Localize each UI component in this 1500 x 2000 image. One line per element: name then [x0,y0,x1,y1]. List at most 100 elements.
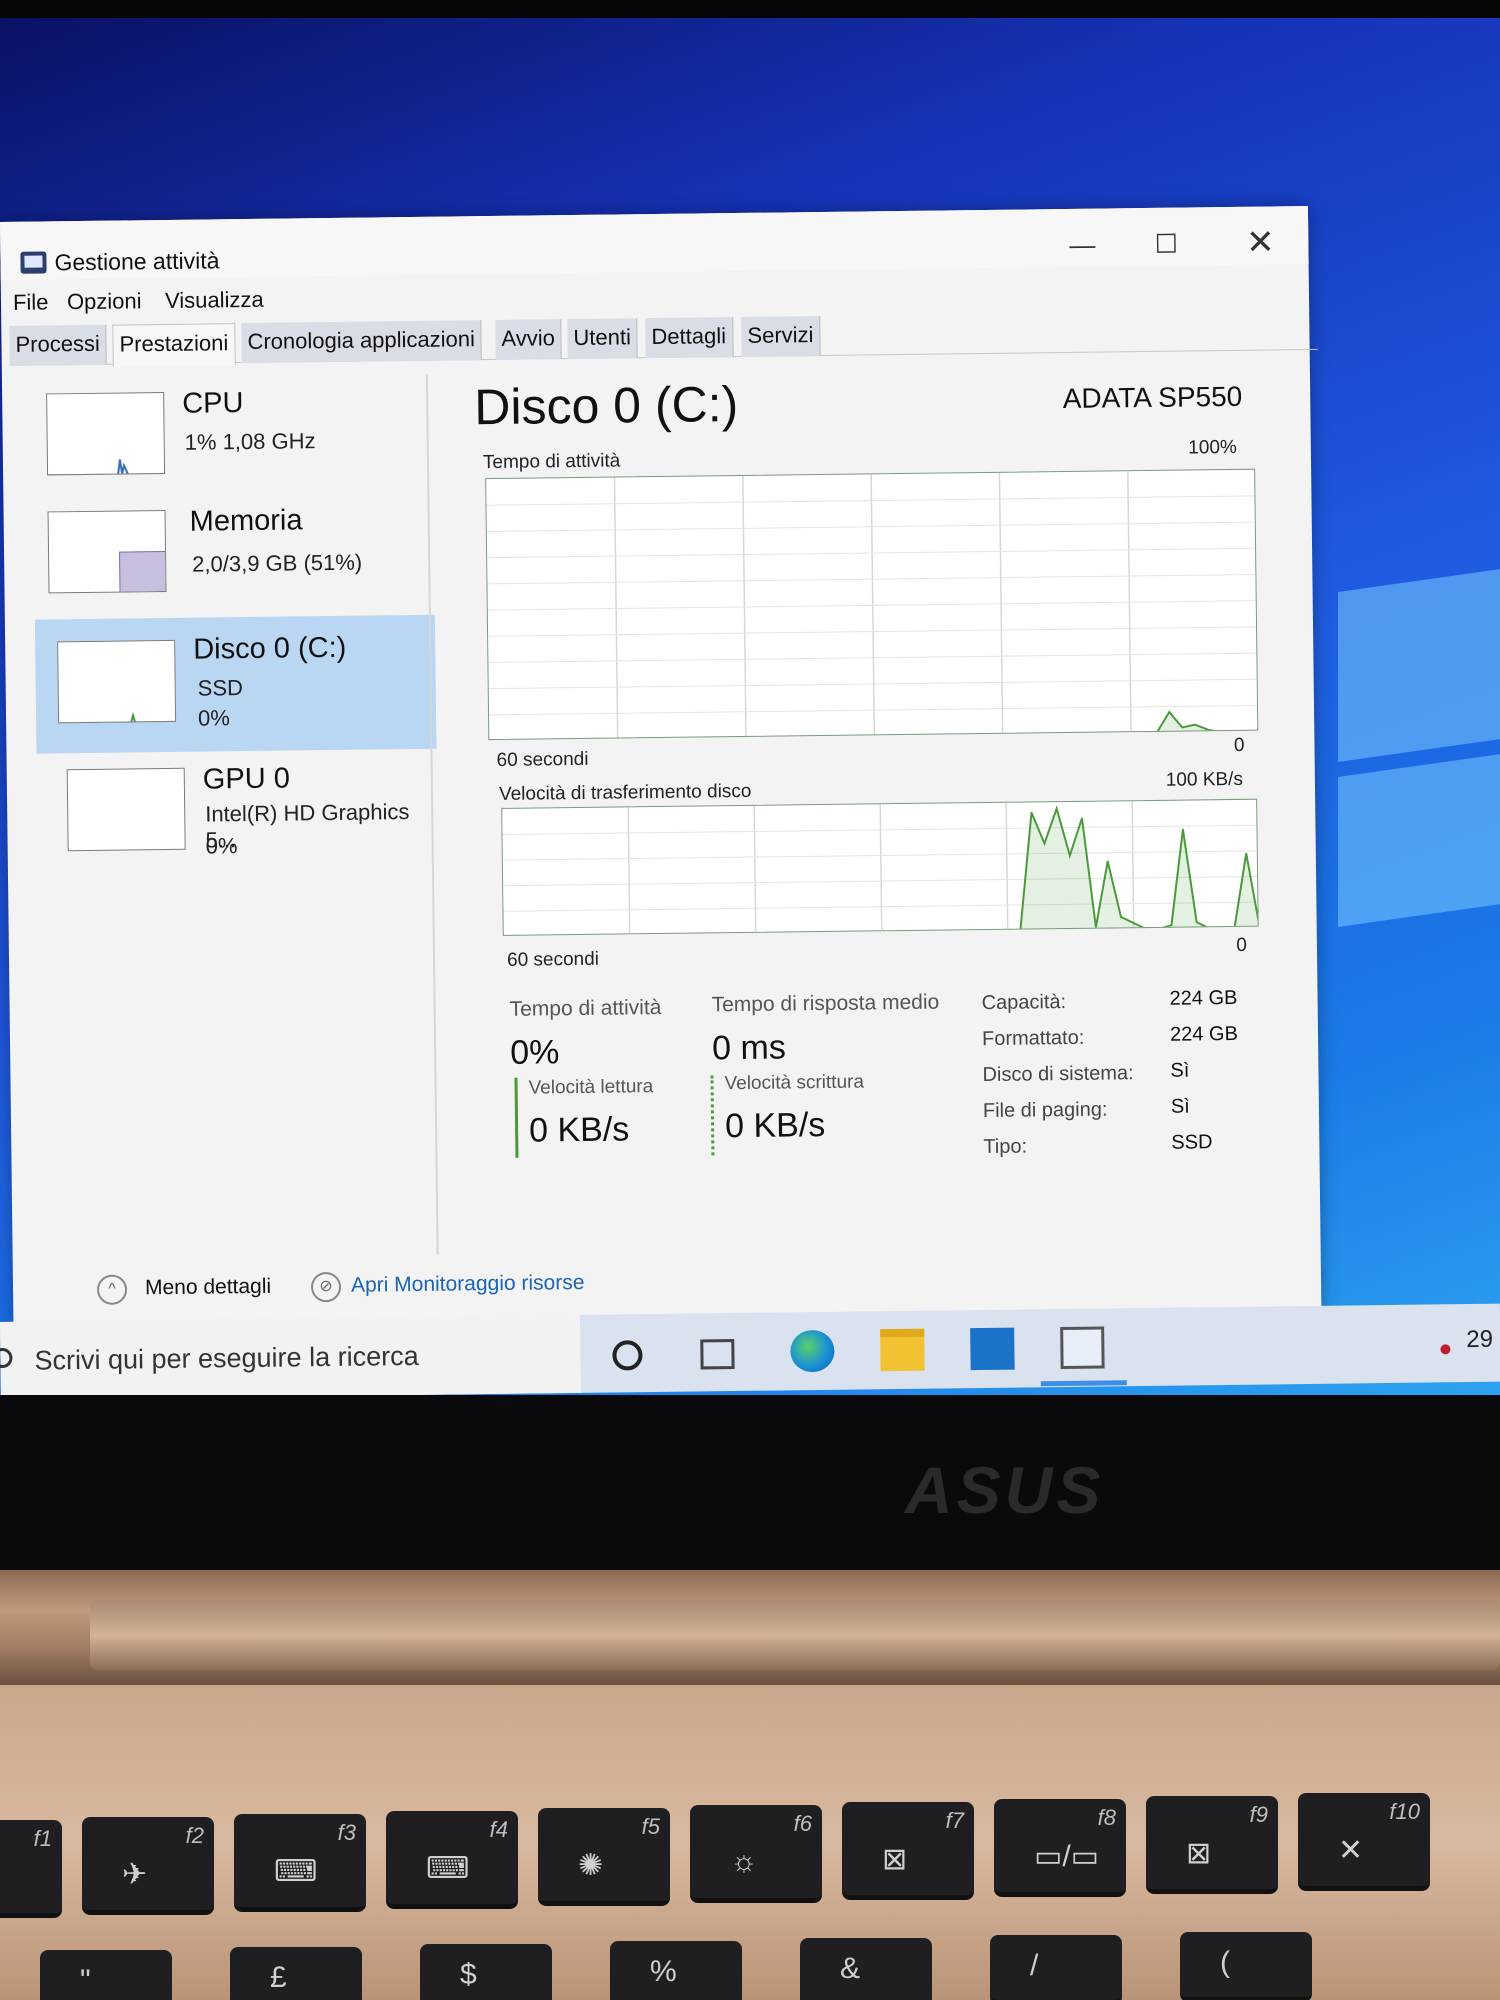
task-manager-taskbar-icon[interactable] [1060,1326,1105,1370]
key-f3: f3 ⌨ [234,1814,366,1912]
tab-startup[interactable]: Avvio [495,319,563,360]
taskbar-search[interactable]: Scrivi qui per eseguire la ricerca [0,1314,581,1400]
chevron-up-icon[interactable]: ^ [96,1274,128,1305]
key-number-row: ( [1180,1932,1312,2000]
menu-options[interactable]: Opzioni [67,288,142,315]
notification-dot-icon [1440,1344,1451,1355]
cpu-thumbnail-graph [46,392,166,476]
key-f4: f4 ⌨ [386,1811,518,1909]
resource-line1: 2,0/3,9 GB (51%) [192,549,363,577]
window-title: Gestione attività [54,247,220,276]
transfer-rate-chart-gridline-v [753,805,757,934]
tray-weather-text[interactable]: 29 [1466,1326,1493,1354]
key-function-icon: ⌨ [426,1852,470,1885]
key-function-icon: ⊠ [1186,1837,1212,1870]
task-manager-window: Gestione attività — ☐ ✕ File Opzioni Vis… [0,206,1322,1330]
info-system-disk-value: Sì [1170,1059,1190,1082]
key-f1: f1 [0,1820,62,1918]
key-symbol: £ [270,1961,287,1994]
info-paging-value: Sì [1170,1095,1190,1118]
memory-thumbnail-graph [47,509,167,594]
tab-performance[interactable]: Prestazioni [112,323,236,367]
key-symbol: ( [1220,1946,1230,1979]
key-symbol: & [840,1952,861,1985]
key-label: f4 [489,1817,508,1842]
tab-processes[interactable]: Processi [9,324,108,366]
chart1-max: 100% [1188,436,1237,459]
resource-name: Memoria [189,504,303,538]
key-function-icon: ⌨ [274,1855,318,1888]
resource-line1: Intel(R) HD Graphics 5... [205,799,410,853]
key-number-row: & [800,1938,932,2000]
key-number-row: / [990,1935,1122,2000]
less-details-link[interactable]: Meno dettagli [145,1275,271,1301]
resource-gpu[interactable]: GPU 0 Intel(R) HD Graphics 5... 0% [37,751,438,876]
write-speed-value: 0 KB/s [724,1105,826,1146]
close-button[interactable]: ✕ [1220,220,1301,265]
maximize-button[interactable]: ☐ [1126,221,1207,266]
key-f9: f9 ⊠ [1146,1796,1278,1894]
search-icon [0,1347,13,1369]
info-type-key: Tipo: [983,1135,1028,1159]
tab-details[interactable]: Dettagli [645,317,734,359]
key-label: f10 [1389,1799,1420,1824]
windows-logo-pane [1338,753,1500,927]
key-function-icon: ▭/▭ [1034,1840,1100,1873]
read-speed-label: Velocità lettura [528,1076,654,1099]
key-symbol: " [80,1964,91,1997]
resource-cpu[interactable]: CPU 1% 1,08 GHz [32,375,433,500]
key-function-icon: ✺ [578,1849,604,1882]
gpu-thumbnail-graph [66,767,186,852]
key-number-row: £ [230,1947,362,2000]
key-symbol: % [650,1955,677,1988]
transfer-rate-chart-gridline-v [627,807,631,936]
response-time-label: Tempo di risposta medio [711,990,940,1017]
tab-users[interactable]: Utenti [567,318,639,360]
resource-line1: 1% 1,08 GHz [184,428,316,455]
tab-services[interactable]: Servizi [741,315,821,357]
key-symbol: $ [460,1958,477,1991]
active-app-indicator [1040,1380,1127,1387]
write-legend-line [710,1075,715,1156]
key-number-row: " [40,1950,172,2000]
key-number-row: $ [420,1944,552,2000]
key-label: f8 [1097,1805,1116,1830]
chart1-xleft: 60 secondi [496,748,589,771]
active-time-label: Tempo di attività [509,995,662,1021]
task-view-icon[interactable] [700,1339,735,1370]
info-paging-key: File di paging: [982,1098,1108,1123]
resource-memory[interactable]: Memoria 2,0/3,9 GB (51%) [33,493,434,618]
menu-file[interactable]: File [13,289,49,315]
key-number-row: % [610,1941,742,2000]
disk-detail-panel: Disco 0 (C:) ADATA SP550 Tempo di attivi… [462,356,1293,1246]
key-label: f7 [945,1808,964,1833]
chart1-xright: 0 [1233,734,1245,756]
key-function-icon: ☼ [730,1845,758,1878]
top-bezel [0,0,1500,18]
info-system-disk-key: Disco di sistema: [982,1062,1134,1087]
key-f10: f10 ✕ [1298,1793,1430,1891]
chart2-max: 100 KB/s [1165,768,1244,791]
menu-view[interactable]: Visualizza [165,287,264,314]
info-capacity-value: 224 GB [1169,986,1238,1010]
transfer-rate-chart [501,798,1259,936]
info-type-value: SSD [1171,1131,1213,1154]
file-explorer-icon[interactable] [880,1328,925,1372]
key-label: f9 [1249,1802,1268,1827]
key-label: f5 [641,1814,660,1839]
key-label: f6 [793,1811,812,1836]
disk-thumbnail-graph [57,639,177,724]
chart1-label: Tempo di attività [482,450,621,474]
transfer-rate-chart-gridline-v [1131,801,1135,930]
tab-app-history[interactable]: Cronologia applicazioni [241,320,483,364]
key-symbol: / [1030,1949,1039,1982]
minimize-button[interactable]: — [1042,222,1123,267]
resource-disk[interactable]: Disco 0 (C:) SSD 0% [34,614,437,754]
key-f2: f2 ✈ [82,1817,214,1915]
open-resource-monitor-link[interactable]: Apri Monitoraggio risorse [351,1271,585,1298]
edge-browser-icon[interactable] [790,1329,835,1373]
resource-monitor-icon: ⊘ [310,1271,342,1303]
mail-icon[interactable] [970,1327,1015,1371]
key-f8: f8 ▭/▭ [994,1799,1126,1897]
cortana-icon[interactable] [612,1340,643,1371]
